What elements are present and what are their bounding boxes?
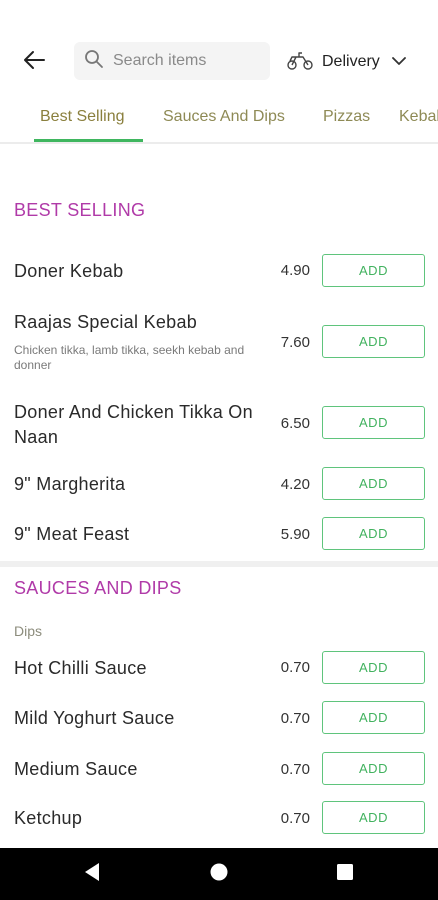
item-price: 6.50 [280,415,310,432]
item-name: 9" Margherita [14,474,126,494]
search-icon [84,49,104,74]
delivery-label: Delivery [322,53,380,70]
item-price: 4.90 [280,262,310,279]
section-title-best-selling: BEST SELLING [14,200,146,220]
item-price: 7.60 [280,334,310,351]
item-price: 5.90 [280,526,310,543]
search-box[interactable] [74,42,270,80]
header-divider [0,142,438,144]
item-name: Raajas Special Kebab [14,312,198,332]
category-tabs: Best Selling Sauces And Dips Pizzas Keba… [0,96,438,142]
item-name: Ketchup [14,808,83,828]
square-recent-icon [336,863,354,886]
tab-best-selling[interactable]: Best Selling [40,96,125,142]
item-price: 0.70 [280,710,310,727]
search-input[interactable] [113,52,263,70]
item-name: Medium Sauce [14,759,138,779]
item-name: Hot Chilli Sauce [14,658,147,678]
add-button[interactable]: ADD [322,254,425,287]
add-button[interactable]: ADD [322,517,425,550]
chevron-down-icon [391,53,406,71]
scooter-icon [286,49,314,76]
circle-home-icon [209,862,229,887]
item-name: Doner Kebab [14,261,124,281]
item-price: 4.20 [280,476,310,493]
subsection-title-dips: Dips [14,623,43,639]
item-price: 0.70 [280,761,310,778]
add-button[interactable]: ADD [322,467,425,500]
add-button[interactable]: ADD [322,651,425,684]
triangle-back-icon [83,862,101,887]
app-header: Delivery Best Selling Sauces And Dips Pi… [0,0,438,145]
item-price: 0.70 [280,810,310,827]
item-description: Chicken tikka, lamb tikka, seekh kebab a… [14,343,245,372]
add-button[interactable]: ADD [322,801,425,834]
nav-back-button[interactable] [72,848,112,900]
nav-home-button[interactable] [199,848,239,900]
item-name: Mild Yoghurt Sauce [14,708,175,728]
tab-kebabs[interactable]: Kebabs [399,96,438,142]
tab-pizzas[interactable]: Pizzas [323,96,370,142]
add-button[interactable]: ADD [322,406,425,439]
item-price: 0.70 [280,659,310,676]
section-divider [0,561,438,567]
add-button[interactable]: ADD [322,325,425,358]
system-navigation-bar [0,848,438,900]
delivery-selector[interactable]: Delivery [286,44,406,80]
item-name: Doner And Chicken Tikka On Naan [14,402,253,447]
item-name: 9" Meat Feast [14,524,130,544]
section-title-sauces-and-dips: SAUCES AND DIPS [14,578,182,598]
arrow-left-icon [23,50,45,75]
nav-recent-button[interactable] [325,848,365,900]
add-button[interactable]: ADD [322,752,425,785]
add-button[interactable]: ADD [322,701,425,734]
tab-sauces-and-dips[interactable]: Sauces And Dips [163,96,285,142]
back-button[interactable] [16,44,52,80]
